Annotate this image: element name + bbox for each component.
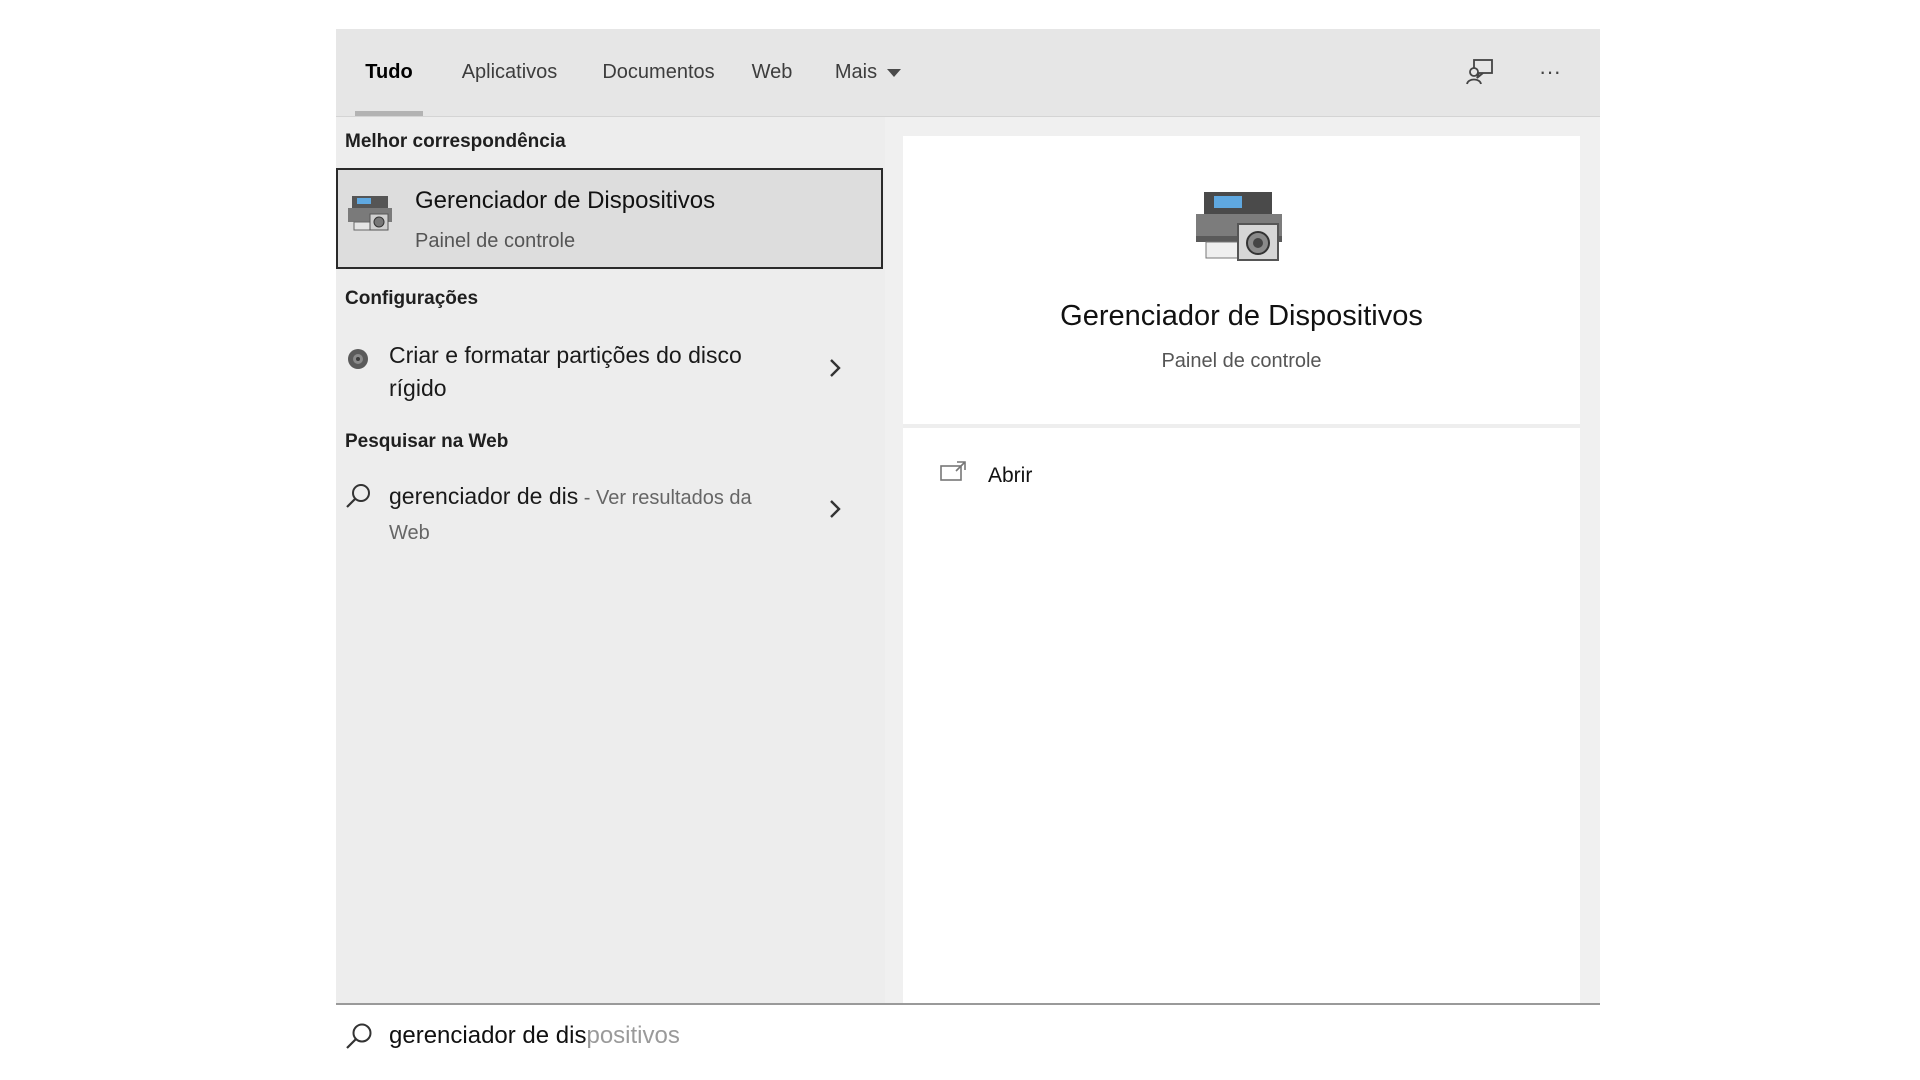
tab-all-label: Tudo [365,61,413,83]
feedback-icon-svg [1466,59,1493,85]
best-match-item[interactable]: Gerenciador de Dispositivos Painel de co… [336,168,883,269]
settings-result-item[interactable]: Criar e formatar partições do disco rígi… [336,339,885,411]
section-settings: Configurações [345,288,479,309]
search-icon [344,1021,374,1056]
search-bar-icon-svg [346,1023,372,1049]
chevron-right-svg [830,359,841,377]
more-options-icon[interactable]: ··· [1533,55,1567,89]
device-manager-icon [1192,186,1288,271]
search-panel: Tudo Aplicativos Documentos Web Mais ··· [336,29,1600,1068]
tab-web-label: Web [751,61,793,83]
tab-all[interactable]: Tudo [345,29,433,116]
preview-divider [903,424,1580,428]
device-manager-small-svg [348,196,392,231]
tab-apps-label: Aplicativos [461,61,558,83]
chevron-right-icon [828,353,842,387]
best-match-subtitle: Painel de controle [415,230,576,252]
search-typed-text: gerenciador de dis [389,1022,587,1049]
web-result-query: gerenciador de dis [389,483,579,509]
open-action[interactable]: Abrir [939,456,1239,496]
settings-result-line1: Criar e formatar partições do disco [389,342,742,368]
web-result-suffix: - Ver resultados da [578,487,752,509]
active-tab-indicator [355,111,423,116]
tab-documents[interactable]: Documentos [586,29,731,116]
disk-settings-icon [347,348,369,375]
preview-title: Gerenciador de Dispositivos [1060,300,1423,332]
web-result-suffix-line2: Web [389,522,430,544]
section-web: Pesquisar na Web [345,431,509,452]
search-bar[interactable]: gerenciador de dispositivos [336,1003,1600,1068]
best-match-title: Gerenciador de Dispositivos [415,187,716,214]
tab-more-label: Mais [834,61,878,83]
search-icon [344,482,372,515]
open-action-label: Abrir [988,464,1033,487]
chevron-right-svg [830,500,841,518]
web-result-item[interactable]: gerenciador de dis - Ver resultados da W… [336,480,885,554]
open-icon-svg [940,461,966,481]
disk-settings-svg [348,349,368,369]
chevron-right-icon [828,494,842,528]
tab-more[interactable]: Mais [813,29,923,116]
open-icon [939,460,967,489]
more-options-glyph: ··· [1539,59,1561,84]
settings-result-line2: rígido [389,375,447,401]
device-manager-icon [346,192,394,241]
device-manager-large-svg [1196,192,1282,261]
search-icon-svg [346,484,370,508]
chevron-down-icon [887,68,902,77]
tab-apps[interactable]: Aplicativos [443,29,576,116]
preview-pane: Gerenciador de Dispositivos Painel de co… [903,136,1580,1003]
results-list: Melhor correspondência Gerenciador de Di… [336,117,885,1003]
preview-subtitle: Painel de controle [1161,350,1322,372]
search-input[interactable]: gerenciador de dispositivos [389,1022,680,1050]
tab-web[interactable]: Web [741,29,803,116]
search-header: Tudo Aplicativos Documentos Web Mais ··· [336,29,1600,117]
tab-documents-label: Documentos [602,61,715,83]
feedback-icon[interactable] [1463,55,1497,89]
section-best-match: Melhor correspondência [345,131,566,152]
search-autocomplete-suggestion: positivos [586,1022,680,1049]
